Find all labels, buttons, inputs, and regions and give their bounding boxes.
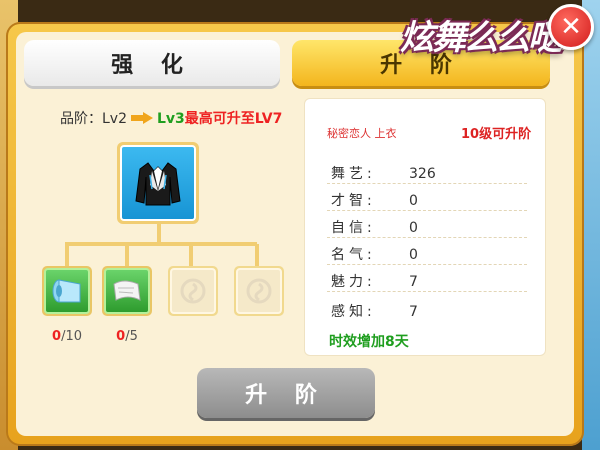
- close-icon: ✕: [560, 12, 582, 42]
- stat-row: 自信: 0: [331, 220, 418, 236]
- material-slot-2[interactable]: [102, 266, 152, 316]
- arrow-right-icon: [131, 112, 153, 124]
- pattern-paper-icon: [113, 280, 141, 301]
- close-button[interactable]: ✕: [548, 4, 594, 50]
- item-name: 秘密恋人 上衣: [327, 127, 397, 140]
- grade-line: 品阶：Lv2 Lv3最高可升至LV7: [60, 108, 282, 128]
- main-item-slot[interactable]: [117, 142, 199, 224]
- fabric-roll-icon: [52, 279, 81, 303]
- grade-current: Lv2: [102, 111, 127, 127]
- stat-row: 舞艺: 326: [331, 166, 436, 182]
- jacket-icon: [135, 162, 181, 206]
- material-slot-3[interactable]: [168, 266, 218, 316]
- advance-tree: 品阶：Lv2 Lv3最高可升至LV7 0/10 0/5: [30, 96, 300, 356]
- locked-slot-icon: [180, 278, 206, 304]
- stat-row: 名气: 0: [331, 247, 418, 263]
- background-right: [582, 0, 600, 450]
- stat-row: 感知: 7: [331, 304, 418, 320]
- locked-slot-icon: [246, 278, 272, 304]
- grade-max: 最高可升至LV7: [184, 111, 283, 127]
- grade-next: Lv3: [157, 111, 185, 127]
- grade-label: 品阶：: [60, 111, 102, 127]
- material-slot-4[interactable]: [234, 266, 284, 316]
- upgrade-hint: 10级可升阶: [461, 127, 532, 142]
- advance-button[interactable]: 升 阶: [197, 368, 375, 418]
- duration-bonus: 时效增加8天: [329, 334, 409, 350]
- stat-row: 魅力: 7: [331, 274, 418, 290]
- material-count-1: 0/10: [52, 329, 82, 344]
- stats-panel: 秘密恋人 上衣 10级可升阶 舞艺: 326 才智: 0 自信: 0 名气: 0 魅力:…: [304, 98, 546, 356]
- game-logo: 炫舞么么哒: [400, 18, 562, 58]
- tab-strengthen[interactable]: 强 化: [24, 40, 280, 86]
- stat-row: 才智: 0: [331, 193, 418, 209]
- material-slot-1[interactable]: [42, 266, 92, 316]
- material-count-2: 0/5: [116, 329, 138, 344]
